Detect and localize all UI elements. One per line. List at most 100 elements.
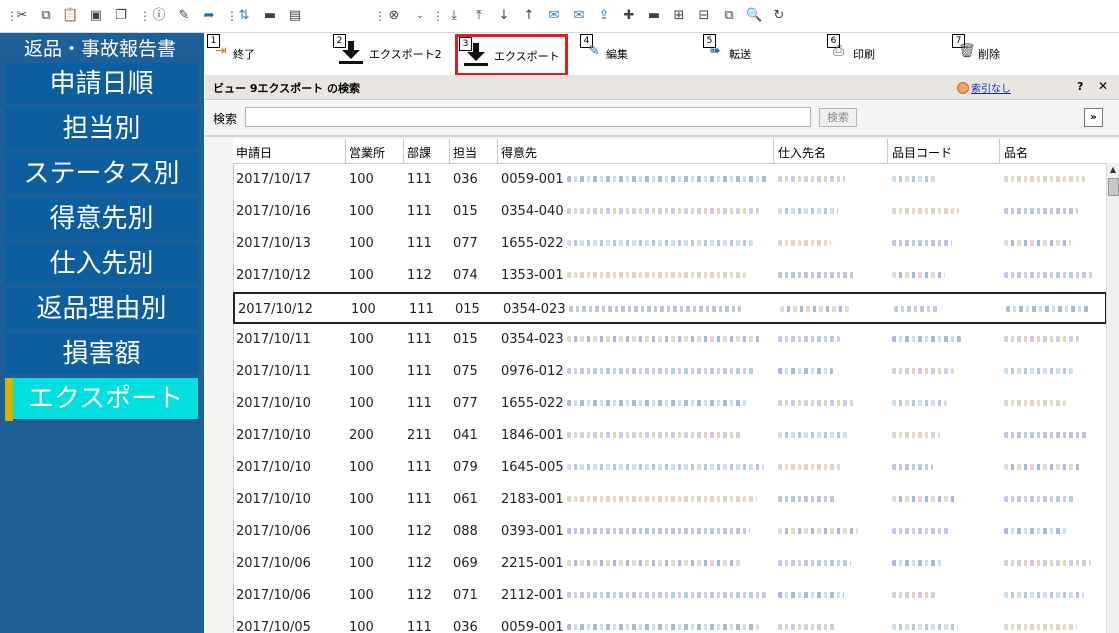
nav-item-by-reason[interactable]: 返品理由別 <box>5 288 198 331</box>
table-row[interactable]: 2017/10/06 100 112 071 2112-001 <box>233 580 1107 612</box>
table-cell: 2112-001 <box>501 588 564 603</box>
plus-icon[interactable]: ✚ <box>621 8 637 24</box>
table-row[interactable]: 2017/10/11 100 111 075 0976-012 <box>233 356 1107 388</box>
table-row[interactable]: 2017/10/06 100 112 069 2215-001 <box>233 548 1107 580</box>
delete-label: 削除 <box>978 48 1000 61</box>
redacted-text <box>1004 528 1068 534</box>
nav-item-by-date[interactable]: 申請日順 <box>5 63 198 106</box>
search-doc-icon[interactable]: 🔍 <box>746 8 762 24</box>
no-index-link[interactable]: 索引なし <box>971 80 1011 95</box>
table-row[interactable]: 2017/10/10 100 111 061 2183-001 <box>233 484 1107 516</box>
column-header[interactable]: 仕入先名 <box>778 144 826 161</box>
help-button[interactable]: ? <box>1077 80 1083 93</box>
duplicate-icon[interactable]: ❐ <box>113 8 129 24</box>
table-cell: 111 <box>407 620 432 633</box>
exit-button[interactable]: 1 ⇥ 終了 <box>207 33 277 75</box>
mail-icon[interactable]: ✉ <box>546 8 562 24</box>
column-divider <box>403 139 404 163</box>
command-bar: 1 ⇥ 終了 2 エクスポート2 3 エクスポート 4 ✎ 編集 5 ➠ 転送 … <box>205 33 1119 76</box>
column-header[interactable]: 品目コード <box>892 144 952 161</box>
arrow-up-icon[interactable]: ↑ <box>521 8 537 24</box>
minus-icon[interactable]: ▬ <box>646 8 662 24</box>
table-cell: 100 <box>349 492 374 507</box>
redacted-text <box>569 306 741 312</box>
redacted-text <box>778 560 851 566</box>
info-icon[interactable]: ⓘ <box>151 8 167 24</box>
table-cell: 111 <box>409 302 434 317</box>
column-header[interactable]: 営業所 <box>349 144 385 161</box>
scroll-thumb[interactable] <box>1108 178 1119 196</box>
move-top-icon[interactable]: ⤒ <box>471 8 487 24</box>
column-header[interactable]: 部課 <box>407 144 431 161</box>
sort-icon[interactable]: ⌄ <box>412 8 428 24</box>
nav-item-by-status[interactable]: ステータス別 <box>5 153 198 196</box>
arrow-down-icon[interactable]: ↓ <box>496 8 512 24</box>
table-row[interactable]: 2017/10/16 100 111 015 0354-040 <box>233 196 1107 228</box>
copy-window-icon[interactable]: ⧉ <box>721 8 737 24</box>
print-button[interactable]: 6 ⎙ 印刷 <box>827 33 907 75</box>
copy-icon[interactable]: ⧉ <box>38 8 54 24</box>
import-icon[interactable]: ⇅ <box>236 8 252 24</box>
nav-item-export[interactable]: エクスポート <box>13 378 198 421</box>
table-row[interactable]: 2017/10/06 100 112 088 0393-001 <box>233 516 1107 548</box>
move-down-icon[interactable]: ⤓ <box>446 8 462 24</box>
export2-button[interactable]: 2 エクスポート2 <box>333 33 443 75</box>
forward-button[interactable]: 5 ➠ 転送 <box>703 33 783 75</box>
table-cell: 2017/10/11 <box>236 332 311 347</box>
cut-icon[interactable]: ✂ <box>14 8 30 24</box>
nav-item-by-customer[interactable]: 得意先別 <box>5 198 198 241</box>
column-header[interactable]: 品名 <box>1004 144 1028 161</box>
paste-icon[interactable]: 📋 <box>62 8 78 24</box>
column-header[interactable]: 担当 <box>453 144 477 161</box>
paste-special-icon[interactable]: ▣ <box>88 8 104 24</box>
redacted-text <box>567 560 743 566</box>
delete-button[interactable]: 7 🗑 削除 <box>952 33 1032 75</box>
window-icon[interactable]: ▤ <box>287 8 303 24</box>
expand-options-button[interactable]: » <box>1084 108 1103 127</box>
close-icon[interactable]: ✕ <box>1098 79 1108 93</box>
table-row[interactable]: 2017/10/11 100 111 015 0354-023 <box>233 324 1107 356</box>
table-cell: 2017/10/06 <box>236 588 311 603</box>
table-cell: 2017/10/06 <box>236 524 311 539</box>
add-row-icon[interactable]: ⊞ <box>671 8 687 24</box>
export-icon[interactable]: ➦ <box>201 8 217 24</box>
table-row[interactable]: 2017/10/10 100 111 077 1655-022 <box>233 388 1107 420</box>
table-cell: 100 <box>349 396 374 411</box>
vertical-scrollbar[interactable]: ▲ <box>1106 163 1119 633</box>
scroll-up-arrow-icon[interactable]: ▲ <box>1107 163 1119 177</box>
redacted-text <box>567 464 764 470</box>
table-cell: 2215-001 <box>501 556 564 571</box>
nav-item-by-person[interactable]: 担当別 <box>5 108 198 151</box>
table-cell: 2017/10/05 <box>236 620 311 633</box>
table-cell: 075 <box>453 364 478 379</box>
nav-item-damage[interactable]: 損害額 <box>5 333 198 376</box>
edit-icon[interactable]: ✎ <box>176 8 192 24</box>
table-row[interactable]: 2017/10/10 100 111 079 1645-005 <box>233 452 1107 484</box>
column-header[interactable]: 得意先 <box>501 144 537 161</box>
toolbox-icon[interactable]: ▬ <box>262 8 278 24</box>
redacted-text <box>1004 592 1084 598</box>
toolbar-separator: ⋮ <box>374 9 386 23</box>
upload-icon[interactable]: ⇪ <box>596 8 612 24</box>
table-cell: 1353-001 <box>501 268 564 283</box>
refresh-icon[interactable]: ↻ <box>771 8 787 24</box>
export-button[interactable]: 3 エクスポート <box>455 34 568 76</box>
table-row[interactable]: 2017/10/13 100 111 077 1655-022 <box>233 228 1107 260</box>
table-row[interactable]: 2017/10/12 100 111 015 0354-023 <box>233 292 1107 324</box>
clear-icon[interactable]: ⊗ <box>386 8 402 24</box>
redacted-text <box>894 306 940 312</box>
search-input[interactable] <box>245 107 811 127</box>
redacted-text <box>778 368 833 374</box>
table-row[interactable]: 2017/10/05 100 111 036 0059-001 <box>233 612 1107 633</box>
mail-forward-icon[interactable]: ✉ <box>571 8 587 24</box>
table-row[interactable]: 2017/10/17 100 111 036 0059-001 <box>233 164 1107 196</box>
table-row[interactable]: 2017/10/12 100 112 074 1353-001 <box>233 260 1107 292</box>
column-header[interactable]: 申請日 <box>236 144 272 161</box>
edit-label: 編集 <box>606 48 628 61</box>
edit-button[interactable]: 4 ✎ 編集 <box>580 33 660 75</box>
remove-row-icon[interactable]: ⊟ <box>696 8 712 24</box>
nav-item-by-supplier[interactable]: 仕入先別 <box>5 243 198 286</box>
results-grid: 申請日 営業所 部課 担当 得意先 仕入先名 品目コード 品名 2017/10/… <box>205 139 1119 633</box>
table-row[interactable]: 2017/10/10 200 211 041 1846-001 <box>233 420 1107 452</box>
search-button[interactable]: 検索 <box>819 108 857 127</box>
